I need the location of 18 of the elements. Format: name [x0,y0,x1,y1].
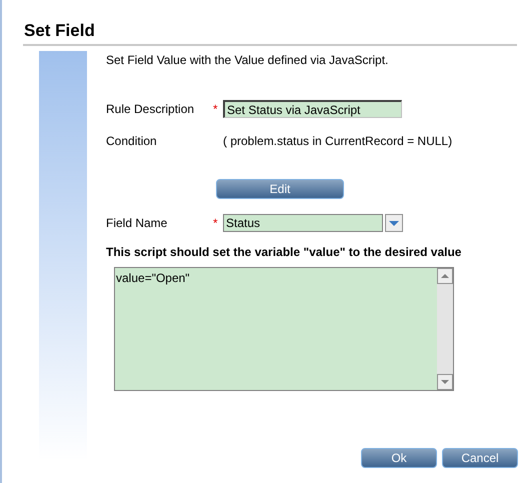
scroll-up-icon[interactable] [437,268,453,284]
dialog-title: Set Field [23,20,96,42]
field-label: Rule Description [106,101,196,118]
description-text: Set Field Value with the Value defined via JavaScript. [106,52,390,69]
scroll-down-icon[interactable] [437,374,453,390]
script-text: value="Open" [115,270,191,287]
edit-button[interactable]: Edit [216,179,344,199]
text-input[interactable]: Set Status via JavaScript [223,100,402,118]
dialog-button[interactable]: Ok [361,448,437,468]
condition-text: ( problem.status in CurrentRecord = NULL) [222,133,452,150]
script-editor[interactable]: value="Open" [114,267,454,391]
field-label: Condition [106,133,158,150]
scrollbar[interactable] [437,268,453,390]
field-label: Field Name [106,215,168,232]
required-asterisk: * [213,101,218,118]
script-label: This script should set the variable "value" to the desired value [106,244,462,261]
required-asterisk: * [213,215,218,232]
dialog-button[interactable]: Cancel [442,448,518,468]
